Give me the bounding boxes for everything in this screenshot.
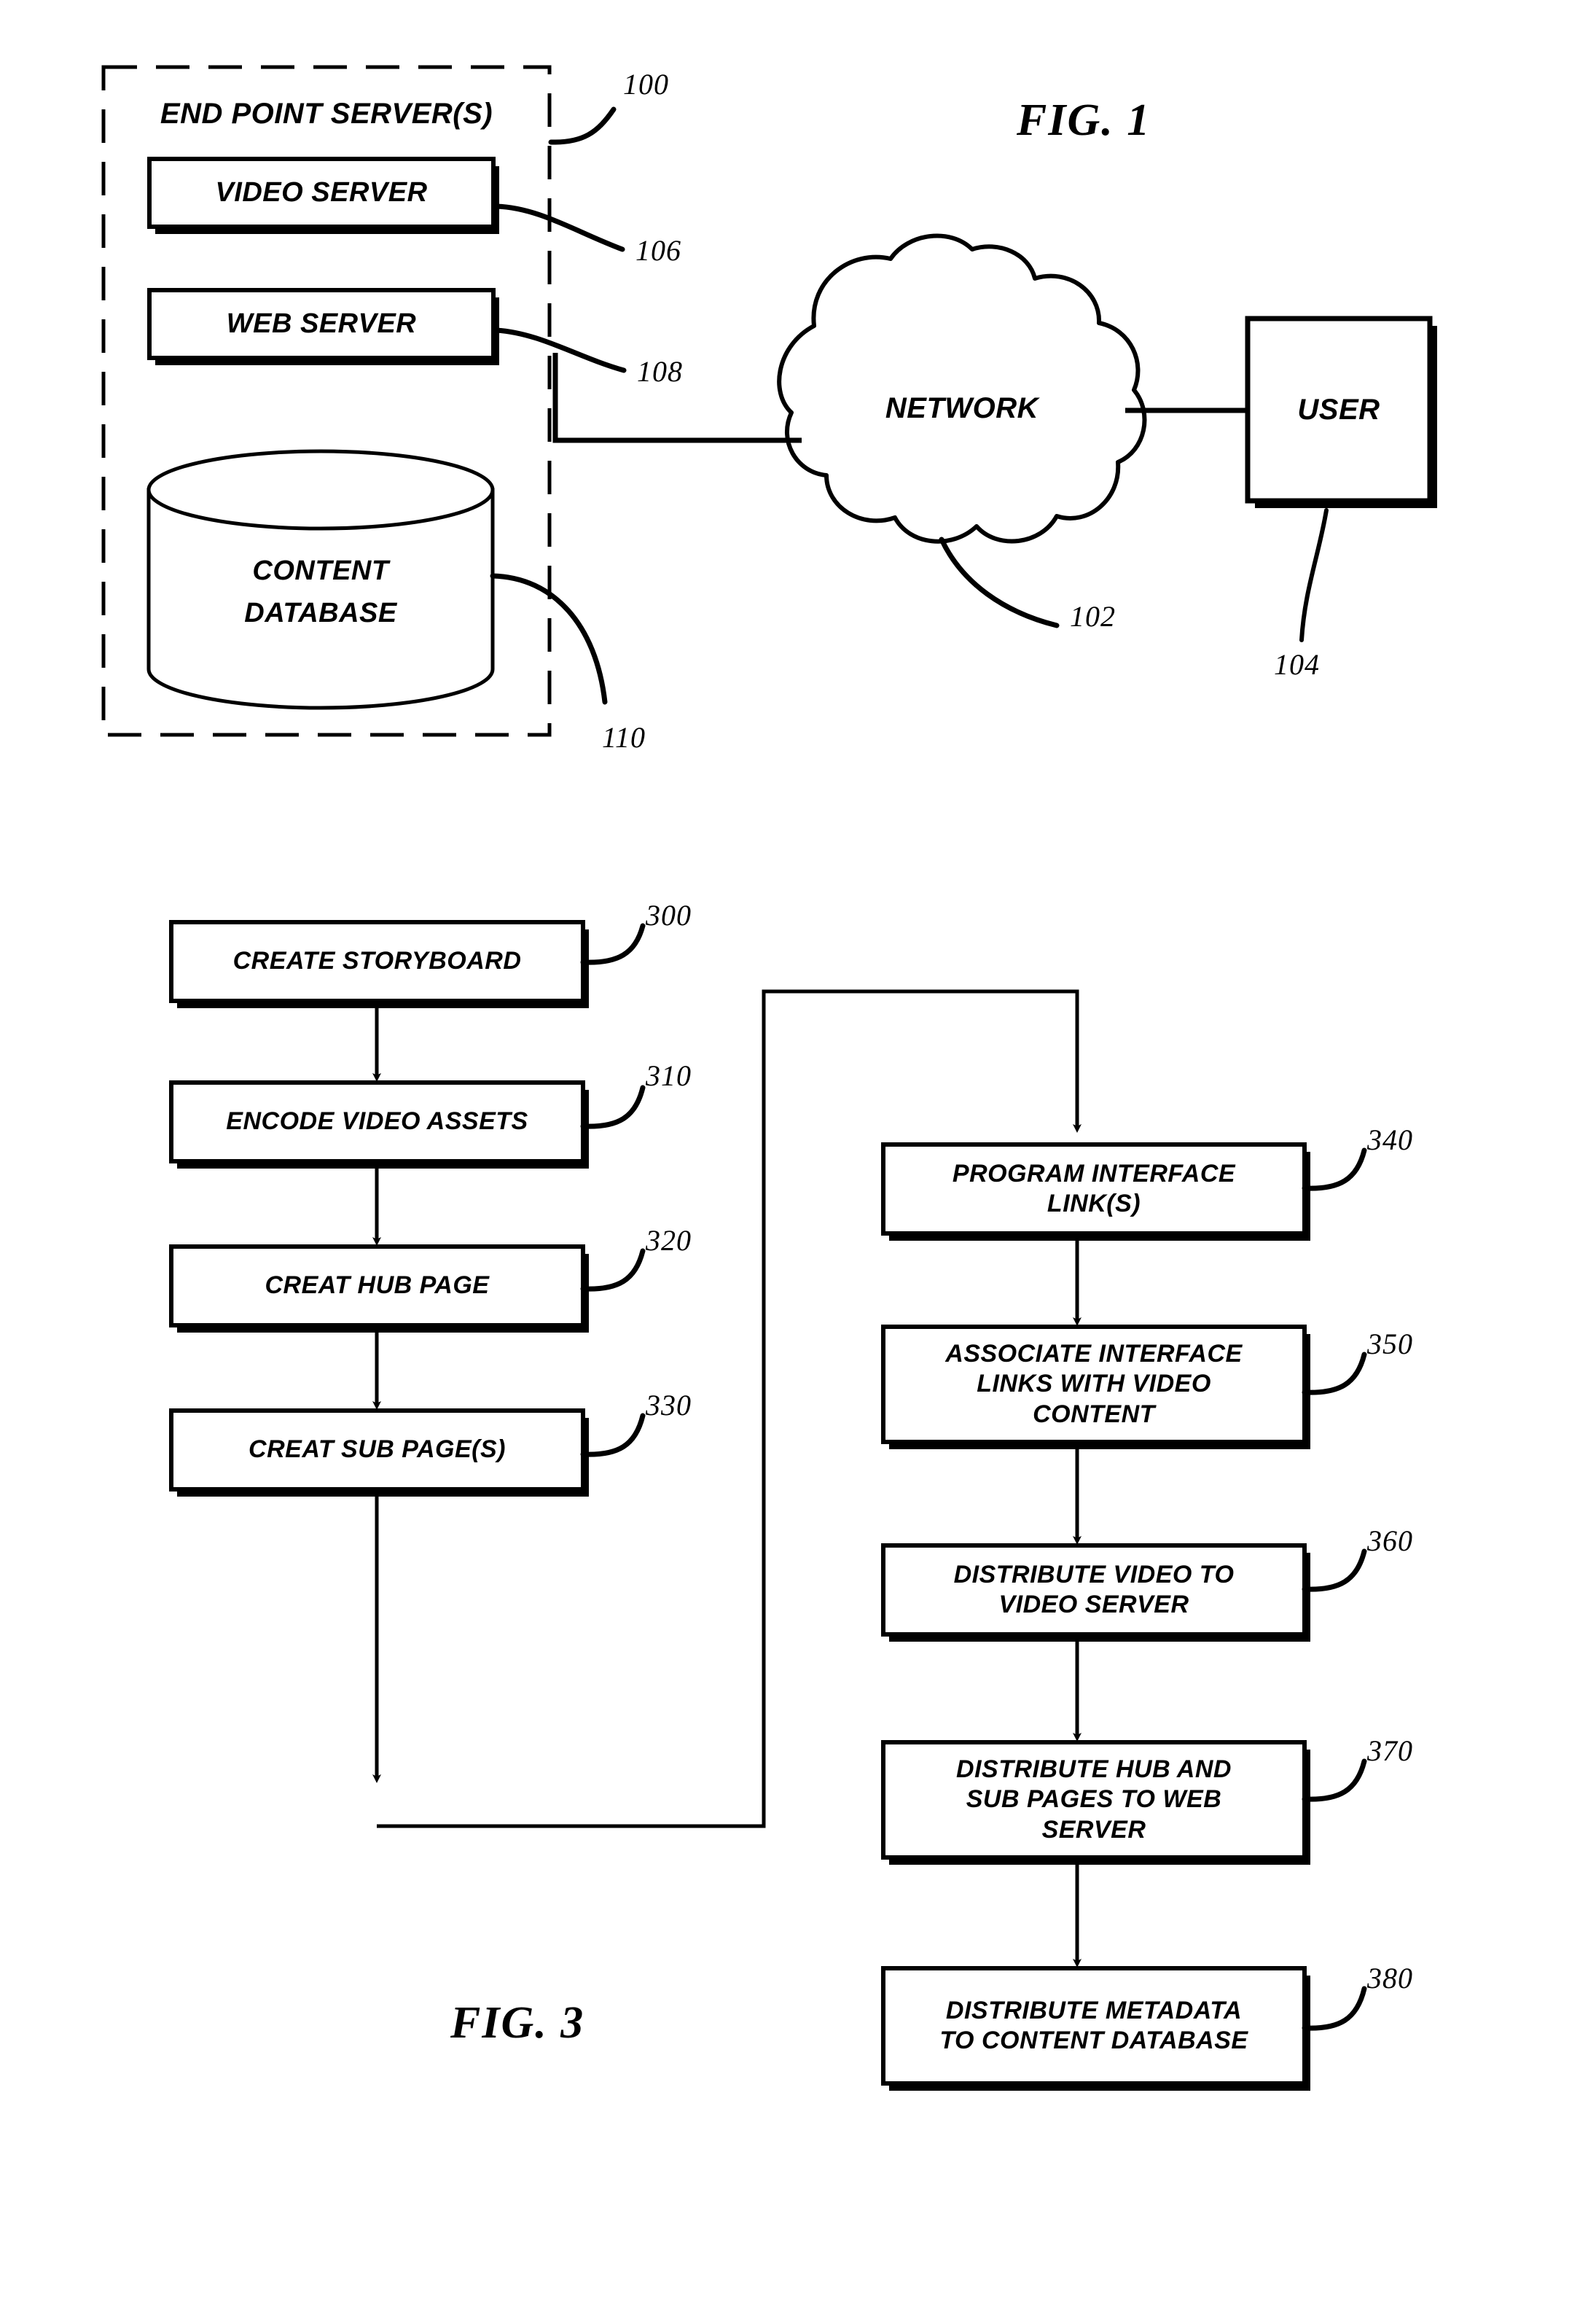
leader-370 (1302, 1758, 1367, 1802)
refnum-320: 320 (646, 1224, 692, 1257)
leader-360 (1302, 1548, 1367, 1592)
user-box (1245, 316, 1433, 504)
step-380-box (881, 1966, 1307, 2086)
refnum-104: 104 (1274, 648, 1320, 681)
video-server-box (147, 157, 496, 229)
refnum-108: 108 (637, 355, 683, 388)
leader-310 (580, 1085, 646, 1129)
leader-100 (548, 106, 617, 145)
leader-350 (1302, 1352, 1367, 1395)
refnum-102: 102 (1070, 600, 1116, 633)
web-server-box (147, 288, 496, 360)
leader-102 (939, 537, 1060, 628)
figure-1-title: FIG. 1 (1017, 95, 1151, 145)
refnum-106: 106 (635, 234, 681, 267)
leader-330 (580, 1413, 646, 1457)
refnum-310: 310 (646, 1059, 692, 1092)
refnum-370: 370 (1367, 1734, 1413, 1767)
leader-300 (580, 923, 646, 965)
step-320-box (169, 1244, 585, 1327)
leader-320 (580, 1248, 646, 1292)
leader-380 (1302, 1986, 1367, 2031)
leader-104 (1299, 508, 1329, 642)
refnum-380: 380 (1367, 1962, 1413, 1994)
leader-108 (493, 327, 627, 373)
refnum-100: 100 (623, 68, 669, 101)
refnum-350: 350 (1367, 1327, 1413, 1360)
network-cloud (777, 233, 1147, 544)
step-300-box (169, 920, 585, 1003)
leader-340 (1302, 1147, 1367, 1191)
step-350-box (881, 1325, 1307, 1444)
refnum-110: 110 (602, 721, 646, 754)
refnum-360: 360 (1367, 1524, 1413, 1557)
step-370-box (881, 1740, 1307, 1860)
content-database-cylinder (146, 449, 495, 710)
refnum-340: 340 (1367, 1123, 1413, 1156)
step-360-box (881, 1543, 1307, 1637)
step-330-box (169, 1408, 585, 1492)
fig3-left-boxes (169, 920, 589, 1497)
patent-drawing-sheet: FIG. 1 END POINT SERVER(S) VIDEO SERVER … (0, 0, 1588, 2324)
step-310-box (169, 1080, 585, 1163)
step-340-box (881, 1142, 1307, 1236)
refnum-330: 330 (646, 1389, 692, 1422)
fig3-right-boxes (881, 1142, 1310, 2091)
leader-106 (493, 203, 625, 252)
drawing-vector-layer (101, 65, 1437, 2091)
figure-3-title: FIG. 3 (450, 1998, 585, 2048)
refnum-300: 300 (646, 899, 692, 932)
